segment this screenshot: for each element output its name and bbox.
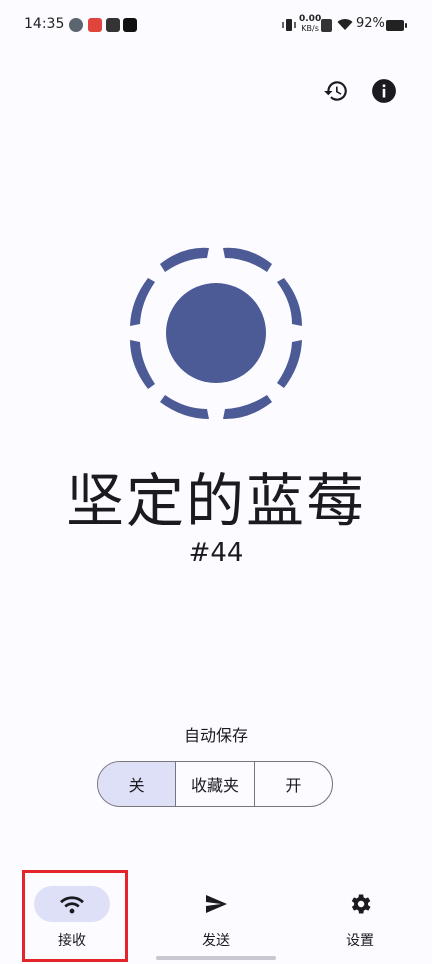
autosave-option-on[interactable]: 开	[253, 762, 332, 806]
tiktok-icon	[123, 18, 137, 32]
status-bar: 14:35 0.00 KB/s 92%	[0, 0, 432, 50]
battery-icon	[386, 20, 407, 31]
nav-settings[interactable]: 设置	[305, 872, 415, 952]
device-id: #44	[188, 538, 244, 568]
autosave-option-off[interactable]: 关	[98, 762, 176, 806]
sim-x-icon	[321, 19, 332, 32]
notification-icon	[69, 18, 83, 32]
send-icon	[206, 895, 227, 913]
history-button[interactable]	[316, 71, 356, 111]
history-icon	[324, 81, 347, 101]
nav-settings-label: 设置	[346, 933, 374, 949]
screen: 14:35 0.00 KB/s 92% 坚定的蓝莓 #44 自动保存 关 收藏夹…	[0, 0, 432, 964]
vibrate-icon	[282, 19, 296, 31]
nav-send-indicator	[178, 886, 254, 922]
net-speed: 0.00 KB/s	[299, 14, 322, 34]
wifi-status-icon	[337, 19, 353, 30]
status-time: 14:35	[24, 16, 65, 32]
battery-percent: 92%	[356, 16, 385, 31]
nav-send-label: 发送	[202, 933, 230, 949]
autosave-label: 自动保存	[183, 726, 248, 745]
device-name: 坚定的蓝莓	[65, 467, 366, 535]
nav-send[interactable]: 发送	[161, 872, 271, 952]
nav-settings-indicator	[322, 886, 398, 922]
gear-icon	[351, 894, 371, 914]
info-icon	[372, 79, 396, 103]
app-logo	[130, 247, 302, 420]
notification-icon	[88, 18, 102, 32]
info-button[interactable]	[364, 71, 404, 111]
gesture-bar[interactable]	[156, 956, 276, 960]
autosave-segmented-control: 关 收藏夹 开	[97, 761, 333, 807]
mail-icon	[106, 18, 120, 32]
highlight-box	[22, 870, 128, 962]
autosave-option-favorites[interactable]: 收藏夹	[175, 762, 253, 806]
